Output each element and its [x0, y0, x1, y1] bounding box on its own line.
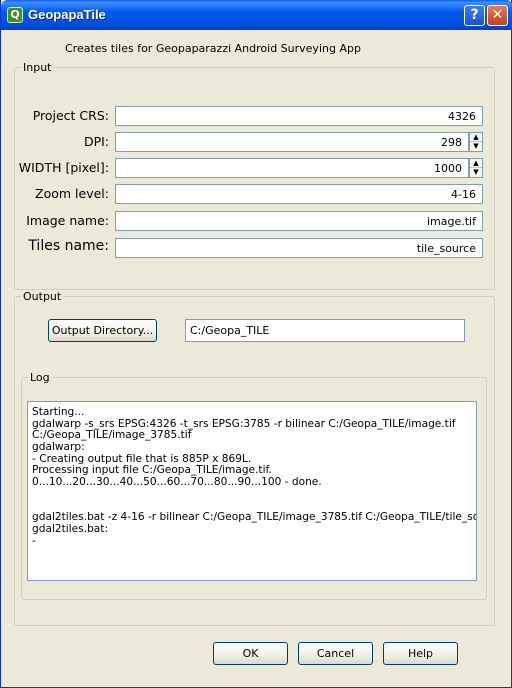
spin-down-icon[interactable]: ▼	[470, 168, 482, 177]
project-crs-field[interactable]: 4326	[115, 106, 483, 126]
dpi-spinner[interactable]: ▲ ▼	[469, 132, 483, 152]
title-bar[interactable]: Q GeopapaTile ? ✕	[1, 0, 512, 30]
ok-button[interactable]: OK	[213, 642, 288, 665]
tiles-name-label: Tiles name:	[28, 238, 109, 254]
dialog-window: Q GeopapaTile ? ✕ Creates tiles for Geop…	[0, 0, 512, 688]
output-directory-button[interactable]: Output Directory...	[48, 319, 157, 342]
project-crs-label: Project CRS:	[32, 108, 109, 123]
spin-up-icon[interactable]: ▲	[470, 159, 482, 168]
cancel-button[interactable]: Cancel	[298, 642, 373, 665]
spin-down-icon[interactable]: ▼	[470, 142, 482, 151]
log-line: 0...10...20...30...40...50...60...70...8…	[32, 476, 322, 489]
spin-up-icon[interactable]: ▲	[470, 133, 482, 142]
close-button[interactable]: ✕	[487, 5, 508, 26]
zoom-level-label: Zoom level:	[35, 186, 109, 201]
image-name-field[interactable]: image.tif	[115, 211, 483, 231]
log-textarea[interactable]: Starting... gdalwarp -s_srs EPSG:4326 -t…	[27, 401, 477, 581]
log-line: Starting...	[32, 406, 85, 418]
tiles-name-field[interactable]: tile_source	[115, 238, 483, 258]
zoom-label-wrap: Zoom level:	[1, 184, 109, 204]
log-line: gdalwarp:	[32, 441, 85, 454]
image-name-label-wrap: Image name:	[1, 211, 109, 231]
tiles-name-label-wrap: Tiles name:	[1, 238, 109, 258]
output-directory-field[interactable]: C:/Geopa_TILE	[185, 319, 465, 342]
input-group-title: Input	[21, 61, 54, 74]
help-button[interactable]: Help	[383, 642, 458, 665]
log-group-title: Log	[28, 371, 52, 384]
dialog-description: Creates tiles for Geopaparazzi Android S…	[65, 42, 361, 55]
qgis-app-icon: Q	[7, 7, 23, 23]
log-line: gdal2tiles.bat:	[32, 522, 109, 535]
zoom-level-field[interactable]: 4-16	[115, 184, 483, 204]
dpi-label: DPI:	[83, 134, 109, 149]
image-name-label: Image name:	[26, 213, 109, 228]
width-spinner[interactable]: ▲ ▼	[469, 158, 483, 178]
help-title-button[interactable]: ?	[464, 5, 485, 26]
log-line: C:/Geopa_TILE/image_3785.tif	[32, 429, 192, 442]
dpi-label-wrap: DPI:	[1, 132, 109, 152]
window-title: GeopapaTile	[28, 7, 106, 22]
output-group-title: Output	[21, 290, 64, 303]
width-label-wrap: WIDTH [pixel]:	[1, 158, 109, 178]
width-field[interactable]: 1000	[115, 158, 469, 178]
project-crs-label-wrap: Project CRS:	[1, 106, 109, 126]
log-line: -	[32, 534, 36, 547]
width-label: WIDTH [pixel]:	[18, 160, 109, 175]
dpi-field[interactable]: 298	[115, 132, 469, 152]
